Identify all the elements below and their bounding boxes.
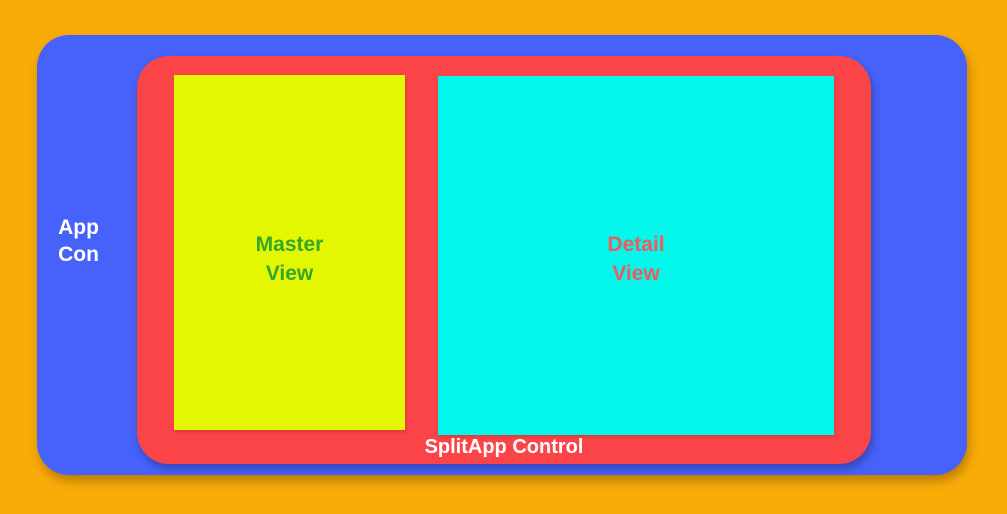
app-container-label: App Con [37, 214, 120, 268]
detail-view-box: Detail View [438, 76, 834, 435]
master-view-label-line1: Master [255, 233, 324, 256]
app-container-label-line1: App [58, 216, 99, 239]
splitapp-control-box: Master View Detail View SplitApp Control [137, 56, 871, 464]
detail-view-label-line2: View [612, 262, 660, 285]
master-view-label-line2: View [265, 262, 314, 285]
diagram-canvas: App Con Master View Detail View SplitApp… [0, 0, 1007, 514]
master-view-label: Master View [174, 230, 405, 288]
detail-view-label-line1: Detail [607, 233, 665, 256]
app-container-label-line2: Con [58, 243, 99, 266]
detail-view-label: Detail View [438, 230, 834, 288]
splitapp-control-label: SplitApp Control [424, 436, 584, 458]
master-view-box: Master View [174, 75, 405, 430]
